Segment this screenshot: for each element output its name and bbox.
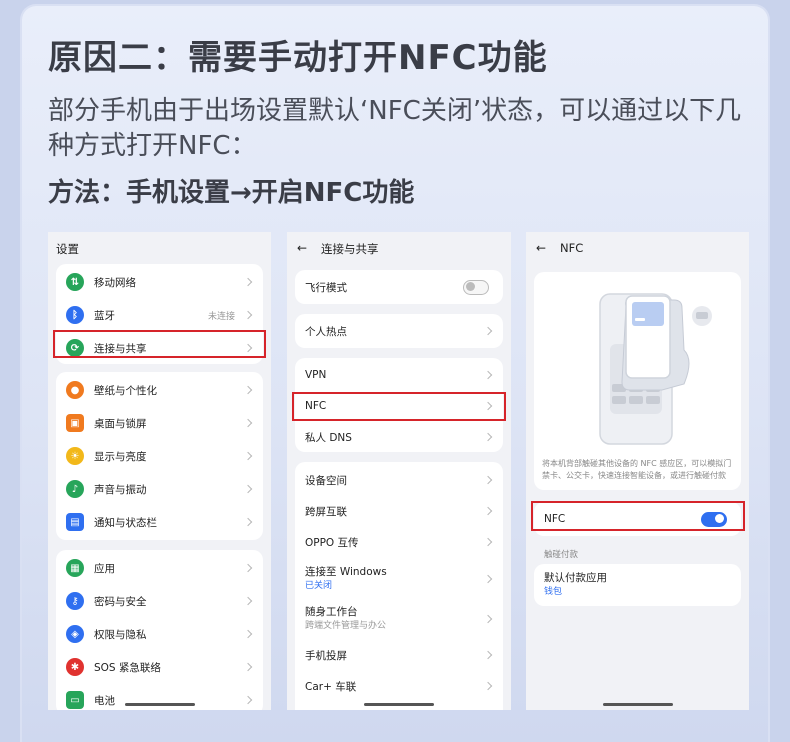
- chevron-right-icon: [483, 326, 493, 336]
- workbench-label: 随身工作台: [305, 606, 358, 618]
- windows-label: 连接至 Windows: [305, 566, 387, 578]
- airplane-group: 飞行模式: [295, 270, 503, 304]
- vpn-row[interactable]: VPN: [295, 359, 503, 391]
- chevron-right-icon: [483, 681, 493, 691]
- airplane-toggle[interactable]: [463, 279, 489, 295]
- highlight-box: [53, 330, 266, 358]
- nfc-illustration: [599, 293, 712, 445]
- settings-item-sos[interactable]: ✱ SOS 紧急联络: [56, 651, 263, 683]
- chevron-right-icon: [243, 310, 253, 320]
- chevron-right-icon: [243, 451, 253, 461]
- payment-group: 默认付款应用 钱包: [534, 564, 741, 606]
- gesture-bar: [124, 703, 195, 706]
- connection-screenshot: ← 连接与共享 飞行模式 个人热点 VPN NFC 私人 DNS 设备空间 跨屏…: [287, 232, 511, 710]
- settings-item-privacy[interactable]: ◈ 权限与隐私: [56, 618, 263, 650]
- chevron-right-icon: [483, 506, 493, 516]
- chevron-right-icon: [483, 614, 493, 624]
- chevron-right-icon: [483, 650, 493, 660]
- hotspot-group: 个人热点: [295, 314, 503, 348]
- desktop-icon: ▣: [66, 414, 84, 432]
- sun-icon: ☀: [66, 447, 84, 465]
- bluetooth-icon: ᛒ: [66, 306, 84, 324]
- chevron-right-icon: [483, 432, 493, 442]
- settings-item-wallpaper[interactable]: ● 壁纸与个性化: [56, 374, 263, 406]
- chevron-right-icon: [243, 662, 253, 672]
- settings-item-display[interactable]: ☀ 显示与亮度: [56, 440, 263, 472]
- gesture-bar: [602, 703, 673, 706]
- settings-item-apps[interactable]: ▦ 应用: [56, 552, 263, 584]
- private-dns-row[interactable]: 私人 DNS: [295, 421, 503, 453]
- chevron-right-icon: [483, 574, 493, 584]
- nfc-info-card: 将本机背部触碰其他设备的 NFC 感应区，可以模拟门禁卡、公交卡，快速连接智能设…: [534, 272, 741, 490]
- chevron-right-icon: [243, 563, 253, 573]
- settings-item-battery[interactable]: ▭ 电池: [56, 684, 263, 710]
- chevron-right-icon: [243, 629, 253, 639]
- workbench-row[interactable]: 随身工作台 跨端文件管理与办公: [295, 599, 503, 639]
- chevron-right-icon: [483, 537, 493, 547]
- settings-item-mobile-network[interactable]: ⇅ 移动网络: [56, 266, 263, 298]
- oppo-share-row[interactable]: OPPO 互传: [295, 526, 503, 558]
- chevron-right-icon: [243, 277, 253, 287]
- windows-status: 已关闭: [305, 581, 333, 591]
- settings-item-password[interactable]: ⚷ 密码与安全: [56, 585, 263, 617]
- default-payment-label: 默认付款应用: [544, 572, 607, 584]
- back-arrow-icon[interactable]: ←: [297, 241, 307, 255]
- battery-icon: ▭: [66, 691, 84, 709]
- chevron-right-icon: [243, 385, 253, 395]
- hotspot-row[interactable]: 个人热点: [295, 315, 503, 347]
- pay-section-header: 触碰付款: [544, 550, 579, 560]
- back-arrow-icon[interactable]: ←: [536, 241, 546, 255]
- chevron-right-icon: [243, 418, 253, 428]
- settings-screenshot: 设置 ⇅ 移动网络 ᛒ 蓝牙 未连接 ⟳ 连接与共享 ● 壁纸与个性化 ▣ 桌面…: [48, 232, 271, 710]
- gesture-bar: [364, 703, 434, 706]
- settings-group-display: ● 壁纸与个性化 ▣ 桌面与锁屏 ☀ 显示与亮度 ♪ 声音与振动 ▤ 通知与状态…: [56, 372, 263, 540]
- default-payment-row[interactable]: 默认付款应用 钱包: [534, 565, 741, 605]
- palette-icon: ●: [66, 381, 84, 399]
- chevron-right-icon: [243, 484, 253, 494]
- signal-icon: ⇅: [66, 273, 84, 291]
- cross-screen-row[interactable]: 跨屏互联: [295, 495, 503, 527]
- sos-icon: ✱: [66, 658, 84, 676]
- windows-row[interactable]: 连接至 Windows 已关闭: [295, 559, 503, 599]
- chevron-right-icon: [483, 370, 493, 380]
- chevron-right-icon: [483, 475, 493, 485]
- page-title: 原因二：需要手动打开NFC功能: [48, 38, 548, 78]
- nfc-title: NFC: [560, 241, 584, 255]
- chevron-right-icon: [243, 695, 253, 705]
- nfc-screenshot: ← NFC 将本机背部触碰其他设备的 NFC 感应区，可以模拟门禁卡、公交卡，快…: [526, 232, 749, 710]
- settings-title: 设置: [56, 242, 79, 256]
- car-connect-row[interactable]: Car+ 车联: [295, 670, 503, 702]
- chevron-right-icon: [243, 596, 253, 606]
- highlight-box: [531, 501, 745, 531]
- settings-item-bluetooth[interactable]: ᛒ 蓝牙 未连接: [56, 299, 263, 331]
- wallet-link: 钱包: [544, 587, 563, 597]
- method-heading: 方法：手机设置→开启NFC功能: [48, 178, 415, 208]
- key-icon: ⚷: [66, 592, 84, 610]
- settings-item-desktop[interactable]: ▣ 桌面与锁屏: [56, 407, 263, 439]
- page-description: 部分手机由于出场设置默认‘NFC关闭’状态，可以通过以下几种方式打开NFC：: [48, 96, 742, 161]
- settings-item-notification[interactable]: ▤ 通知与状态栏: [56, 506, 263, 538]
- highlight-box: [292, 392, 506, 421]
- airplane-mode-row[interactable]: 飞行模式: [295, 271, 503, 303]
- device-group: 设备空间 跨屏互联 OPPO 互传 连接至 Windows 已关闭 随身工作台 …: [295, 462, 503, 710]
- nfc-info-text: 将本机背部触碰其他设备的 NFC 感应区，可以模拟门禁卡、公交卡，快速连接智能设…: [542, 459, 732, 480]
- bluetooth-status: 未连接: [207, 311, 235, 322]
- notification-icon: ▤: [66, 513, 84, 531]
- apps-icon: ▦: [66, 559, 84, 577]
- bell-icon: ♪: [66, 480, 84, 498]
- settings-group-apps: ▦ 应用 ⚷ 密码与安全 ◈ 权限与隐私 ✱ SOS 紧急联络 ▭ 电池: [56, 550, 263, 710]
- settings-item-sound[interactable]: ♪ 声音与振动: [56, 473, 263, 505]
- device-space-row[interactable]: 设备空间: [295, 464, 503, 496]
- workbench-subtitle: 跨端文件管理与办公: [305, 621, 387, 631]
- chevron-right-icon: [243, 517, 253, 527]
- screen-cast-row[interactable]: 手机投屏: [295, 639, 503, 671]
- connection-title: 连接与共享: [321, 242, 379, 256]
- shield-icon: ◈: [66, 625, 84, 643]
